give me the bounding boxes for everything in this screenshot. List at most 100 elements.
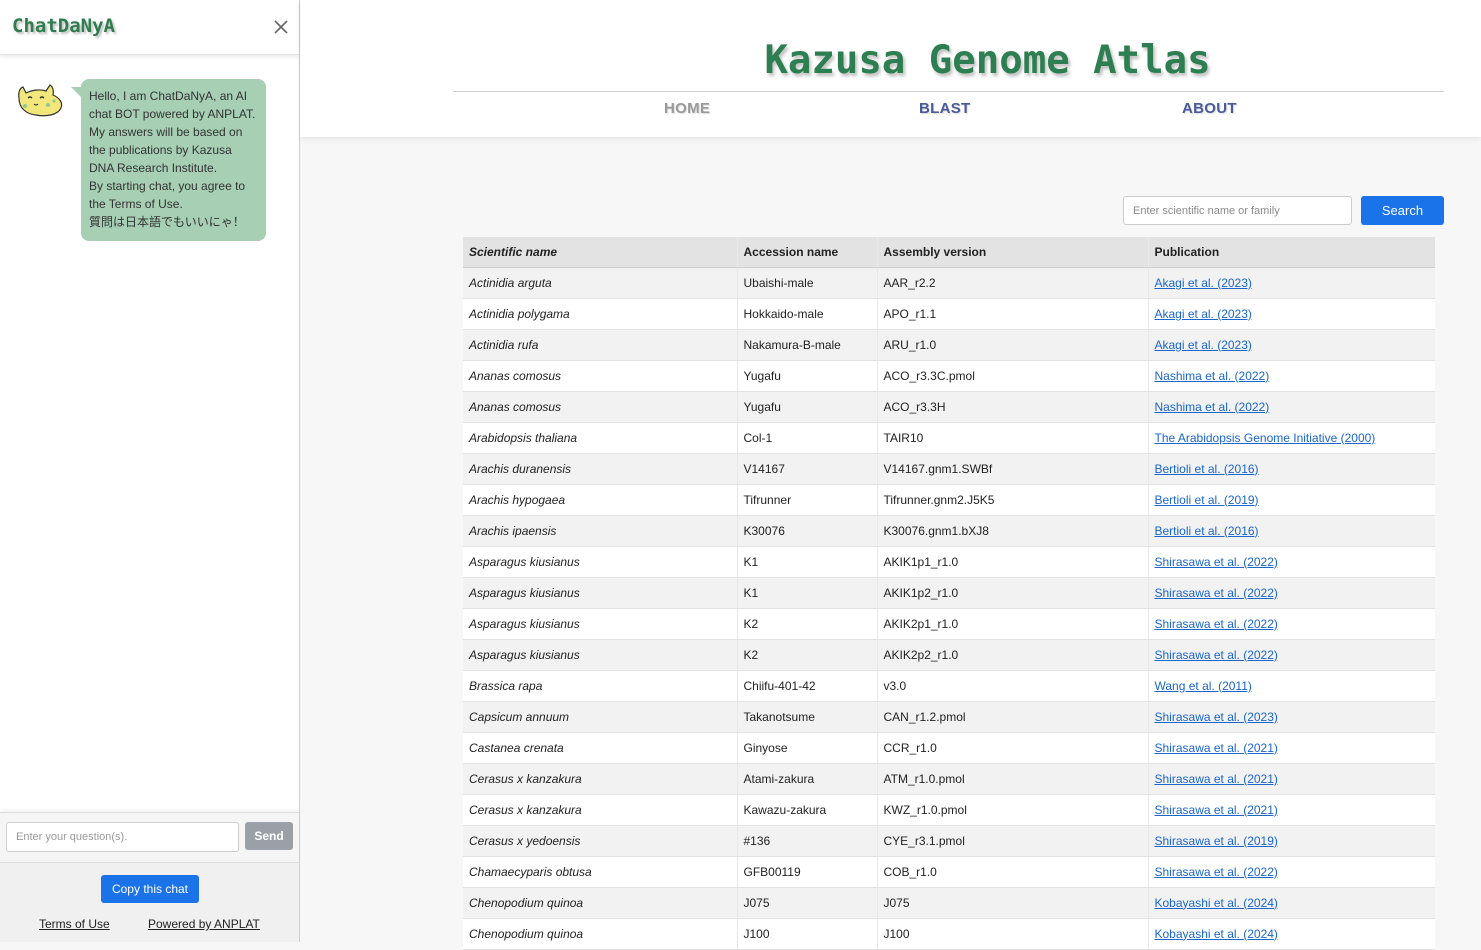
table-row[interactable]: Castanea crenata Ginyose CCR_r1.0 Shirasawa…	[463, 732, 1435, 764]
table-row[interactable]: Cerasus x yedoensis #136 CYE_r3.1.pmol Shir…	[463, 825, 1435, 857]
publication-cell: Kobayashi et al. (2024)	[1147, 918, 1435, 950]
column-header-assembly-version[interactable]: Assembly version	[876, 237, 1148, 268]
scientific-name-cell: Arabidopsis thaliana	[463, 422, 737, 454]
close-icon[interactable]	[270, 16, 292, 38]
assembly-version-cell: K30076.gnm1.bXJ8	[876, 515, 1148, 547]
accession-name-cell: Kawazu-zakura	[736, 794, 877, 826]
publication-cell: Bertioli et al. (2019)	[1147, 484, 1435, 516]
nav-blast[interactable]: BLAST	[919, 100, 971, 117]
table-header-row: Scientific name Accession name Assembly …	[463, 237, 1435, 268]
publication-link[interactable]: Shirasawa et al. (2022)	[1155, 648, 1278, 662]
bot-message-text: Hello, I am ChatDaNyA, an AI chat BOT po…	[89, 89, 256, 229]
publication-link[interactable]: Shirasawa et al. (2022)	[1155, 586, 1278, 600]
table-row[interactable]: Capsicum annuum Takanotsume CAN_r1.2.pmol S…	[463, 701, 1435, 733]
assembly-version-cell: V14167.gnm1.SWBf	[876, 453, 1148, 485]
table-row[interactable]: Chenopodium quinoa J075 J075 Kobayashi et a…	[463, 887, 1435, 919]
assembly-version-cell: Tifrunner.gnm2.J5K5	[876, 484, 1148, 516]
accession-name-cell: V14167	[736, 453, 877, 485]
scientific-name-cell: Cerasus x kanzakura	[463, 763, 737, 795]
column-header-accession-name[interactable]: Accession name	[736, 237, 877, 268]
search-button[interactable]: Search	[1361, 196, 1444, 225]
table-row[interactable]: Cerasus x kanzakura Kawazu-zakura KWZ_r1.0…	[463, 794, 1435, 826]
scientific-name-cell: Asparagus kiusianus	[463, 546, 737, 578]
publication-link[interactable]: Shirasawa et al. (2022)	[1155, 555, 1278, 569]
bot-message-bubble: Hello, I am ChatDaNyA, an AI chat BOT po…	[71, 79, 266, 241]
copy-chat-button[interactable]: Copy this chat	[101, 875, 199, 903]
publication-link[interactable]: Shirasawa et al. (2022)	[1155, 617, 1278, 631]
column-header-publication[interactable]: Publication	[1147, 237, 1435, 268]
publication-link[interactable]: Shirasawa et al. (2023)	[1155, 710, 1278, 724]
scientific-name-cell: Arachis hypogaea	[463, 484, 737, 516]
accession-name-cell: J100	[736, 918, 877, 950]
accession-name-cell: K1	[736, 546, 877, 578]
send-button[interactable]: Send	[245, 822, 293, 850]
table-row[interactable]: Asparagus kiusianus K2 AKIK2p1_r1.0 Shirasa…	[463, 608, 1435, 640]
publication-link[interactable]: Shirasawa et al. (2022)	[1155, 865, 1278, 879]
publication-link[interactable]: Akagi et al. (2023)	[1155, 338, 1252, 352]
table-row[interactable]: Arachis duranensis V14167 V14167.gnm1.SWBf…	[463, 453, 1435, 485]
table-row[interactable]: Arabidopsis thaliana Col-1 TAIR10 The Arabi…	[463, 422, 1435, 454]
publication-link[interactable]: Shirasawa et al. (2021)	[1155, 772, 1278, 786]
publication-link[interactable]: Shirasawa et al. (2021)	[1155, 741, 1278, 755]
table-row[interactable]: Chenopodium quinoa J100 J100 Kobayashi et a…	[463, 918, 1435, 950]
species-search-input[interactable]	[1123, 196, 1352, 225]
publication-link[interactable]: Bertioli et al. (2016)	[1155, 462, 1259, 476]
table-row[interactable]: Cerasus x kanzakura Atami-zakura ATM_r1.0.…	[463, 763, 1435, 795]
publication-cell: Wang et al. (2011)	[1147, 670, 1435, 702]
scientific-name-cell: Asparagus kiusianus	[463, 608, 737, 640]
publication-cell: Shirasawa et al. (2022)	[1147, 608, 1435, 640]
accession-name-cell: Yugafu	[736, 360, 877, 392]
table-row[interactable]: Asparagus kiusianus K1 AKIK1p2_r1.0 Shirasa…	[463, 577, 1435, 609]
publication-link[interactable]: The Arabidopsis Genome Initiative (2000)	[1155, 431, 1376, 445]
nav-about[interactable]: ABOUT	[1182, 100, 1237, 117]
publication-link[interactable]: Shirasawa et al. (2021)	[1155, 803, 1278, 817]
scientific-name-cell: Capsicum annuum	[463, 701, 737, 733]
publication-cell: Akagi et al. (2023)	[1147, 267, 1435, 299]
assembly-version-cell: CYE_r3.1.pmol	[876, 825, 1148, 857]
publication-cell: Shirasawa et al. (2021)	[1147, 763, 1435, 795]
column-header-scientific-name[interactable]: Scientific name	[463, 237, 737, 268]
assembly-version-cell: ARU_r1.0	[876, 329, 1148, 361]
publication-link[interactable]: Kobayashi et al. (2024)	[1155, 927, 1278, 941]
publication-link[interactable]: Kobayashi et al. (2024)	[1155, 896, 1278, 910]
terms-of-use-link[interactable]: Terms of Use	[39, 917, 110, 931]
assembly-version-cell: AAR_r2.2	[876, 267, 1148, 299]
accession-name-cell: Ubaishi-male	[736, 267, 877, 299]
publication-link[interactable]: Nashima et al. (2022)	[1155, 400, 1270, 414]
table-row[interactable]: Ananas comosus Yugafu ACO_r3.3C.pmol Nashim…	[463, 360, 1435, 392]
table-row[interactable]: Ananas comosus Yugafu ACO_r3.3H Nashima et …	[463, 391, 1435, 423]
scientific-name-cell: Arachis duranensis	[463, 453, 737, 485]
publication-link[interactable]: Wang et al. (2011)	[1155, 679, 1252, 693]
publication-cell: Shirasawa et al. (2022)	[1147, 546, 1435, 578]
accession-name-cell: K30076	[736, 515, 877, 547]
table-row[interactable]: Arachis hypogaea Tifrunner Tifrunner.gnm2.…	[463, 484, 1435, 516]
powered-by-anplat-link[interactable]: Powered by ANPLAT	[148, 917, 260, 931]
table-row[interactable]: Asparagus kiusianus K1 AKIK1p1_r1.0 Shirasa…	[463, 546, 1435, 578]
publication-link[interactable]: Akagi et al. (2023)	[1155, 276, 1252, 290]
publication-cell: Shirasawa et al. (2022)	[1147, 639, 1435, 671]
publication-cell: Nashima et al. (2022)	[1147, 391, 1435, 423]
scientific-name-cell: Brassica rapa	[463, 670, 737, 702]
nav-home[interactable]: HOME	[664, 100, 710, 117]
assembly-version-cell: CCR_r1.0	[876, 732, 1148, 764]
publication-cell: The Arabidopsis Genome Initiative (2000)	[1147, 422, 1435, 454]
scientific-name-cell: Cerasus x yedoensis	[463, 825, 737, 857]
publication-link[interactable]: Bertioli et al. (2019)	[1155, 493, 1259, 507]
publication-link[interactable]: Akagi et al. (2023)	[1155, 307, 1252, 321]
table-row[interactable]: Arachis ipaensis K30076 K30076.gnm1.bXJ8 Be…	[463, 515, 1435, 547]
publication-link[interactable]: Shirasawa et al. (2019)	[1155, 834, 1278, 848]
publication-link[interactable]: Bertioli et al. (2016)	[1155, 524, 1259, 538]
table-row[interactable]: Actinidia arguta Ubaishi-male AAR_r2.2 Akag…	[463, 267, 1435, 299]
table-row[interactable]: Actinidia polygama Hokkaido-male APO_r1.1 A…	[463, 298, 1435, 330]
table-row[interactable]: Brassica rapa Chiifu-401-42 v3.0 Wang et al…	[463, 670, 1435, 702]
chat-input-bar: Send	[0, 812, 299, 863]
publication-link[interactable]: Nashima et al. (2022)	[1155, 369, 1270, 383]
assembly-version-cell: CAN_r1.2.pmol	[876, 701, 1148, 733]
table-row[interactable]: Chamaecyparis obtusa GFB00119 COB_r1.0 Shir…	[463, 856, 1435, 888]
chat-question-input[interactable]	[6, 822, 239, 852]
table-row[interactable]: Asparagus kiusianus K2 AKIK2p2_r1.0 Shirasa…	[463, 639, 1435, 671]
accession-name-cell: Takanotsume	[736, 701, 877, 733]
scientific-name-cell: Asparagus kiusianus	[463, 639, 737, 671]
table-row[interactable]: Actinidia rufa Nakamura-B-male ARU_r1.0 Aka…	[463, 329, 1435, 361]
publication-cell: Shirasawa et al. (2022)	[1147, 856, 1435, 888]
